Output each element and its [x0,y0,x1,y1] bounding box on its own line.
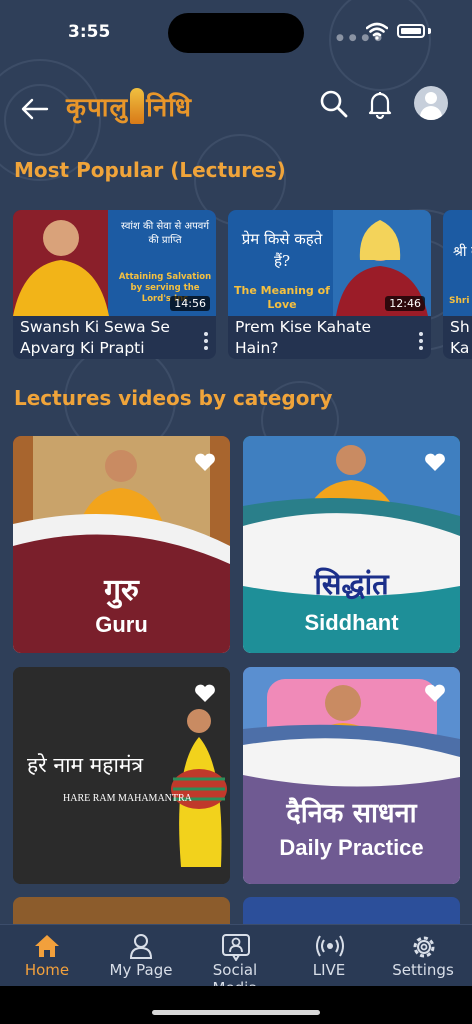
category-english-label: Siddhant [304,610,399,635]
bell-icon[interactable] [364,88,396,120]
lecture-card[interactable]: प्रेम किसे कहते हैं? The Meaning of Love… [228,210,431,359]
category-card-mahamantra[interactable]: हरे नाम महामंत्र HARE RAM MAHAMANTRA [13,667,230,884]
category-card-daily-practice[interactable]: दैनिक साधना Daily Practice [243,667,460,884]
category-hindi-label: गुरु [104,573,139,608]
logo-text-right: निधि [146,93,192,123]
category-english-label: Guru [95,612,148,637]
thumb-english-text: The Meaning of Love [234,284,330,311]
nav-label: Settings [392,961,454,979]
status-bar: 3:55 ● ● ● ● [0,0,472,64]
duration-badge: 14:56 [170,296,210,311]
wifi-icon [366,22,388,40]
category-card-partial[interactable] [243,897,460,924]
category-card-siddhant[interactable]: सिद्धांत Siddhant [243,436,460,653]
lecture-title: Swansh Ki Sewa Se Apvarg Ki Prapti [20,318,170,357]
heart-icon[interactable] [424,683,446,703]
bottom-navigation: Home My Page Social Media LIVE Setti [0,924,472,997]
heart-icon[interactable] [194,683,216,703]
avatar-body [420,106,442,120]
person-icon [129,934,153,959]
category-english-label: HARE RAM MAHAMANTRA [63,793,192,804]
category-hindi-label: दैनिक साधना [286,798,417,829]
category-hindi-label: हरे नाम महामंत्र [27,753,144,777]
thumb-hindi-text: प्रेम किसे कहते हैं? [241,230,323,270]
chat-person-icon [222,934,250,961]
thumb-hindi-text: स्वांश की सेवा से अपवर्ग की प्राप्ति [120,221,209,246]
broadcast-icon [316,935,344,957]
category-hindi-label: सिद्धांत [314,567,389,601]
heart-icon[interactable] [424,452,446,472]
home-indicator[interactable] [152,1010,320,1015]
nav-label: LIVE [312,961,346,979]
popular-section-title: Most Popular (Lectures) [14,158,286,182]
lecture-title: Prem Kise Kahate Hain? [235,318,372,357]
lecture-title: Sh Ka [450,318,470,357]
battery-tip [428,28,431,34]
user-avatar-icon[interactable] [414,86,448,120]
nav-my-page[interactable]: My Page [94,925,188,987]
nav-social-media[interactable]: Social Media [188,925,282,997]
dynamic-island [168,13,304,53]
nav-settings[interactable]: Settings [376,925,470,987]
app-header: कृपालु निधि [0,78,472,138]
thumb-hindi-text: श्री क [453,244,472,260]
category-card-guru[interactable]: गुरु Guru [13,436,230,653]
more-options-icon[interactable] [204,332,208,353]
avatar-head [425,92,437,104]
category-section-title: Lectures videos by category [14,386,333,410]
gear-icon [413,936,435,958]
category-card-partial[interactable] [13,897,230,924]
logo-figure [130,88,145,124]
lecture-card[interactable]: श्री क Shri Sh Ka [443,210,472,359]
home-icon [35,935,59,957]
heart-icon[interactable] [194,452,216,472]
nav-home[interactable]: Home [0,925,94,987]
thumb-english-text: Shri [449,296,470,306]
lecture-card[interactable]: स्वांश की सेवा से अपवर्ग की प्राप्ति Att… [13,210,216,359]
nav-label: Home [24,961,70,979]
nav-label: My Page [109,961,173,979]
category-english-label: Daily Practice [279,835,424,860]
arrow-left-icon[interactable] [18,92,52,126]
app-logo: कृपालु निधि [66,82,192,130]
duration-badge: 12:46 [385,296,425,311]
nav-live[interactable]: LIVE [282,925,376,987]
search-icon[interactable] [318,88,350,120]
battery-icon [397,24,425,38]
logo-text-left: कृपालु [66,93,129,123]
status-time: 3:55 [68,22,111,42]
more-options-icon[interactable] [419,332,423,353]
home-indicator-area [0,986,472,1024]
